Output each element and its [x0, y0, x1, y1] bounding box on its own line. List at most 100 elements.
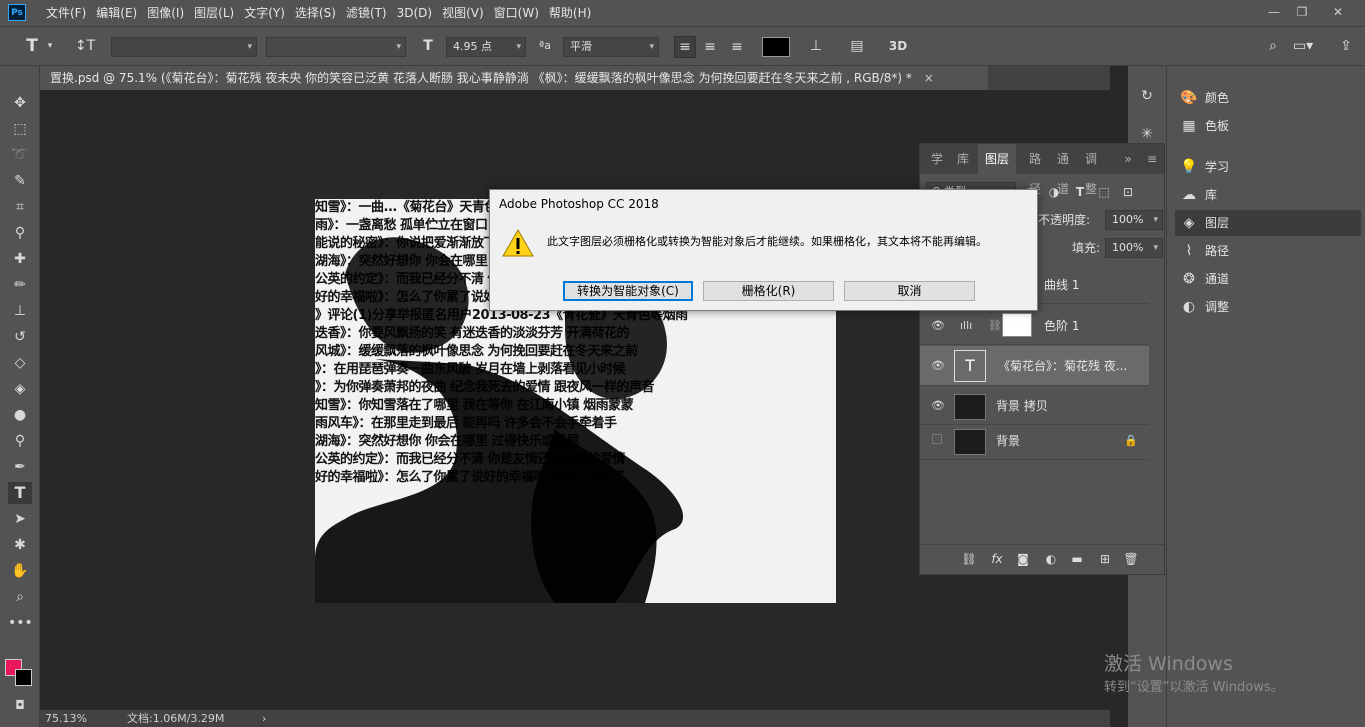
layer-row-type[interactable]: 👁 T 《菊花台》：菊花残 夜... [920, 346, 1149, 386]
collapse-icon[interactable]: » [1120, 144, 1136, 174]
marquee-tool-icon[interactable]: ⬚ [8, 118, 32, 140]
pen-tool-icon[interactable]: ✒ [8, 456, 32, 478]
menu-image[interactable]: 图像(I) [147, 0, 193, 26]
shape-tool-icon[interactable]: ✱ [8, 534, 32, 556]
text-orientation-icon[interactable]: ↕T [74, 36, 96, 56]
menu-3d[interactable]: 3D(D) [397, 0, 441, 26]
menu-view[interactable]: 视图(V) [442, 0, 493, 26]
menu-select[interactable]: 选择(S) [295, 0, 345, 26]
tab-channels[interactable]: 通道 [1052, 144, 1074, 196]
quick-mask-icon[interactable]: ◘ [8, 694, 32, 716]
new-group-icon[interactable]: ▬ [1068, 549, 1086, 569]
antialias-select[interactable]: 平滑 ▾ [563, 37, 659, 57]
menu-window[interactable]: 窗口(W) [494, 0, 548, 26]
rasterize-button[interactable]: 栅格化(R) [703, 281, 834, 301]
dock-item-channels[interactable]: ❂ 通道 [1175, 266, 1361, 292]
font-style-select[interactable]: ▾ [266, 37, 406, 57]
more-tools-icon[interactable]: ••• [8, 612, 33, 634]
text-color-swatch[interactable] [762, 37, 790, 57]
paint-bucket-icon[interactable]: ◈ [8, 378, 32, 400]
dock-item-learn[interactable]: 💡 学习 [1175, 154, 1361, 180]
cancel-button[interactable]: 取消 [844, 281, 975, 301]
hand-tool-icon[interactable]: ✋ [8, 560, 32, 582]
lasso-tool-icon[interactable]: ➰ [8, 144, 32, 166]
close-window-icon[interactable]: ✕ [1327, 2, 1349, 22]
minimize-icon[interactable]: — [1263, 2, 1285, 22]
visibility-toggle-off[interactable] [932, 434, 942, 444]
tab-layers[interactable]: 图层 [978, 144, 1016, 174]
link-layers-icon[interactable]: ⛓ [960, 549, 978, 569]
align-center-icon[interactable]: ≡ [700, 37, 720, 57]
quick-select-icon[interactable]: ✎ [8, 170, 32, 192]
align-right-icon[interactable]: ≡ [727, 37, 747, 57]
menu-edit[interactable]: 编辑(E) [96, 0, 146, 26]
filter-smart-icon[interactable]: ⊡ [1120, 182, 1136, 202]
new-adjustment-icon[interactable]: ◐ [1042, 549, 1060, 569]
share-icon[interactable]: ⇪ [1336, 36, 1356, 56]
eye-icon[interactable]: 👁 [930, 307, 946, 345]
type-tool-icon[interactable]: T [8, 482, 32, 504]
delete-layer-icon[interactable]: 🗑 [1122, 549, 1140, 569]
align-left-button[interactable]: ≡ [674, 36, 696, 58]
eyedropper-icon[interactable]: ⚲ [8, 222, 32, 244]
chevron-down-icon[interactable]: ▾ [44, 36, 56, 56]
history-brush-icon[interactable]: ↺ [8, 326, 32, 348]
search-icon[interactable]: ⌕ [1263, 36, 1283, 56]
dock-item-libraries[interactable]: ☁ 库 [1175, 182, 1361, 208]
menu-help[interactable]: 帮助(H) [549, 0, 600, 26]
font-family-select[interactable]: ▾ [111, 37, 257, 57]
tab-libraries[interactable]: 库 [954, 144, 972, 174]
character-panel-icon[interactable]: ▤ [846, 36, 868, 56]
menu-filter[interactable]: 滤镜(T) [346, 0, 396, 26]
tab-learn[interactable]: 学习 [926, 144, 948, 196]
close-tab-icon[interactable]: × [924, 71, 934, 85]
eraser-icon[interactable]: ◇ [8, 352, 32, 374]
eye-icon[interactable]: 👁 [930, 346, 946, 386]
healing-brush-icon[interactable]: ✚ [8, 248, 32, 270]
path-selection-icon[interactable]: ➤ [8, 508, 32, 530]
document-tab[interactable]: 置换.psd @ 75.1% (《菊花台》：菊花残 夜未央 你的笑容已泛黄 花落… [40, 66, 988, 90]
font-size-field[interactable]: 4.95 点 ▾ [446, 37, 526, 57]
zoom-level[interactable]: 75.13% [45, 710, 87, 727]
workspace-icon[interactable]: ▭▾ [1292, 36, 1314, 56]
filter-adjustment-icon[interactable]: ◑ [1046, 182, 1062, 202]
filter-type-icon[interactable]: T [1072, 182, 1088, 202]
dock-item-layers[interactable]: ◈ 图层 [1175, 210, 1361, 236]
panel-menu-icon[interactable]: ≡ [1144, 144, 1160, 174]
dock-item-color[interactable]: 🎨 颜色 [1175, 85, 1361, 111]
type-tool-preset-icon[interactable]: T [20, 36, 44, 56]
fill-field[interactable]: 100% ▾ [1105, 238, 1163, 258]
background-color-swatch[interactable] [15, 669, 32, 686]
opacity-field[interactable]: 100% ▾ [1105, 210, 1163, 230]
dodge-tool-icon[interactable]: ⚲ [8, 430, 32, 452]
convert-to-smart-object-button[interactable]: 转换为智能对象(C) [563, 281, 693, 301]
fx-icon[interactable]: fx [988, 549, 1006, 569]
add-mask-icon[interactable]: ◙ [1014, 549, 1032, 569]
move-tool-icon[interactable]: ✥ [8, 92, 32, 114]
dock-item-paths[interactable]: ⌇ 路径 [1175, 238, 1361, 264]
menu-type[interactable]: 文字(Y) [244, 0, 294, 26]
new-layer-icon[interactable]: ⊞ [1096, 549, 1114, 569]
eye-icon[interactable]: 👁 [930, 387, 946, 425]
clone-stamp-icon[interactable]: ⊥ [8, 300, 32, 322]
dock-item-swatches[interactable]: ▦ 色板 [1175, 113, 1361, 139]
tab-adjustments[interactable]: 调整 [1080, 144, 1102, 196]
layer-row-levels[interactable]: 👁 ıllı ⛓ 色阶 1 [920, 307, 1149, 345]
brush-tool-icon[interactable]: ✏ [8, 274, 32, 296]
restore-icon[interactable]: ❐ [1291, 2, 1313, 22]
3d-button[interactable]: 3D [886, 36, 910, 56]
layer-row-background-copy[interactable]: 👁 背景 拷贝 [920, 387, 1149, 425]
chevron-right-icon[interactable]: › [262, 710, 266, 727]
filter-shape-icon[interactable]: ⬚ [1096, 182, 1112, 202]
dock-item-adjustments[interactable]: ◐ 调整 [1175, 294, 1361, 320]
history-icon[interactable]: ↻ [1136, 86, 1158, 106]
tab-paths[interactable]: 路径 [1024, 144, 1046, 196]
crop-tool-icon[interactable]: ⌗ [8, 196, 32, 218]
brush-settings-icon[interactable]: ✳ [1136, 124, 1158, 144]
menu-layer[interactable]: 图层(L) [194, 0, 243, 26]
layer-row-background[interactable]: 背景 🔒 [920, 422, 1149, 460]
zoom-tool-icon[interactable]: ⌕ [8, 586, 32, 608]
warp-text-icon[interactable]: ⊥ [806, 36, 826, 56]
menu-file[interactable]: 文件(F) [46, 0, 95, 26]
blur-tool-icon[interactable]: ● [8, 404, 32, 426]
